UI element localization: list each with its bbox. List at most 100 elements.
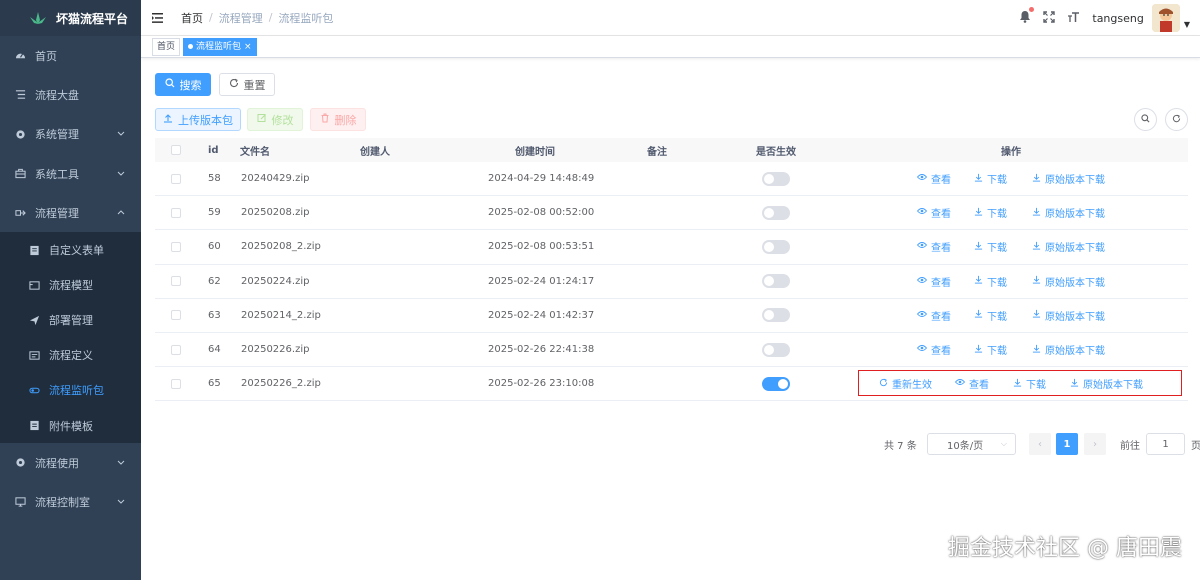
row-checkbox[interactable] (171, 241, 181, 252)
caret-down-icon[interactable]: ▼ (1184, 20, 1190, 29)
font-size-icon[interactable] (1067, 11, 1080, 26)
breadcrumb: 首页 / 流程管理 / 流程监听包 (181, 10, 333, 26)
download-original-link-label: 原始版本下载 (1045, 277, 1105, 289)
download-link[interactable]: 下载 (974, 205, 1007, 220)
chevron-down-icon: ⌵ (1000, 439, 1007, 448)
edit-button-label: 修改 (271, 113, 294, 127)
active-toggle[interactable] (762, 171, 790, 186)
active-toggle[interactable] (762, 205, 790, 220)
dashboard-icon (14, 50, 26, 62)
table-row: 59 20250208.zip 2025-02-08 00:52:00 查看 下载 原始版… (155, 196, 1188, 231)
username[interactable]: tangseng (1092, 12, 1143, 25)
row-checkbox[interactable] (171, 173, 181, 184)
bell-icon[interactable] (1019, 7, 1035, 26)
download-original-link[interactable]: 原始版本下载 (1032, 205, 1105, 220)
sidebar-item-deployment[interactable]: 部署管理 (0, 303, 141, 338)
sidebar-item-listener-package[interactable]: 流程监听包 (0, 373, 141, 408)
table-row: 60 20250208_2.zip 2025-02-08 00:53:51 查看 下载 原… (155, 230, 1188, 265)
hamburger-icon[interactable] (152, 11, 166, 25)
sidebar-item-home[interactable]: 首页 (0, 36, 141, 75)
tag-listener-package[interactable]: 流程监听包 × (183, 37, 257, 56)
view-link[interactable]: 查看 (916, 205, 951, 220)
sidebar-item-attachment-template[interactable]: 附件模板 (0, 408, 141, 443)
active-toggle[interactable] (762, 342, 790, 357)
select-all-checkbox[interactable] (171, 145, 181, 155)
definition-icon (28, 349, 40, 361)
toolbox-icon (14, 168, 26, 180)
next-page-button[interactable]: › (1084, 433, 1106, 455)
row-checkbox[interactable] (171, 344, 181, 355)
search-button[interactable]: 搜索 (155, 73, 211, 96)
view-link[interactable]: 查看 (916, 308, 951, 323)
sidebar-item-process-definition[interactable]: 流程定义 (0, 338, 141, 373)
download-original-link[interactable]: 原始版本下载 (1032, 171, 1105, 186)
tag-label: 流程监听包 (196, 41, 242, 52)
sidebar-item-system-management[interactable]: 系统管理 (0, 115, 141, 154)
view-link[interactable]: 查看 (916, 342, 951, 357)
tag-home[interactable]: 首页 (152, 37, 181, 56)
breadcrumb-item-home[interactable]: 首页 (181, 10, 203, 26)
prev-page-button[interactable]: ‹ (1029, 433, 1051, 455)
download-original-link[interactable]: 原始版本下载 (1032, 274, 1105, 289)
download-link[interactable]: 下载 (974, 342, 1007, 357)
reset-button[interactable]: 重置 (219, 73, 275, 96)
download-icon (1032, 241, 1041, 253)
sidebar-item-label: 流程定义 (49, 349, 93, 363)
active-toggle[interactable] (762, 239, 790, 254)
active-toggle[interactable] (762, 308, 790, 323)
close-icon[interactable]: × (244, 39, 252, 55)
download-original-link[interactable]: 原始版本下载 (1032, 239, 1105, 254)
cell-created-time: 2025-02-08 00:53:51 (488, 241, 595, 253)
sidebar-item-custom-form[interactable]: 自定义表单 (0, 232, 141, 267)
page-unit-label: 页 (1191, 441, 1200, 452)
sidebar-item-process-usage[interactable]: 流程使用 (0, 443, 141, 482)
package-table: id 文件名 创建人 创建时间 备注 是否生效 操作 58 20240429.zi… (155, 138, 1188, 402)
upload-package-button[interactable]: 上传版本包 (155, 108, 241, 131)
app-logo[interactable]: 坏猫流程平台 (0, 0, 141, 36)
sidebar-item-dashboard[interactable]: 流程大盘 (0, 75, 141, 114)
row-checkbox[interactable] (171, 378, 181, 389)
goto-page-input[interactable]: 1 (1146, 433, 1185, 455)
download-link[interactable]: 下载 (974, 308, 1007, 323)
sidebar-item-label: 系统管理 (35, 128, 79, 142)
delete-button[interactable]: 删除 (310, 108, 366, 131)
edit-button[interactable]: 修改 (247, 108, 303, 131)
row-checkbox[interactable] (171, 207, 181, 218)
avatar[interactable] (1151, 4, 1180, 32)
cell-filename: 20250226_2.zip (241, 378, 321, 390)
sidebar-item-process-management[interactable]: 流程管理 (0, 193, 141, 232)
download-link[interactable]: 下载 (974, 171, 1007, 186)
page-button-current[interactable]: 1 (1056, 433, 1078, 455)
view-link[interactable]: 查看 (916, 239, 951, 254)
download-link[interactable]: 下载 (974, 239, 1007, 254)
active-toggle[interactable] (762, 274, 790, 289)
download-original-link[interactable]: 原始版本下载 (1032, 342, 1105, 357)
active-toggle[interactable] (762, 376, 790, 391)
sidebar-item-label: 流程大盘 (35, 88, 79, 102)
fullscreen-icon[interactable] (1043, 10, 1056, 26)
download-link-label: 下载 (987, 277, 1007, 289)
row-checkbox[interactable] (171, 276, 181, 287)
sidebar-item-system-tools[interactable]: 系统工具 (0, 154, 141, 193)
page-size-select[interactable]: 10条/页 ⌵ (927, 433, 1016, 455)
download-icon (974, 344, 983, 356)
sidebar-item-process-control-room[interactable]: 流程控制室 (0, 482, 141, 521)
upload-button-label: 上传版本包 (178, 113, 233, 127)
download-original-link-label: 原始版本下载 (1045, 209, 1105, 221)
cell-created-time: 2025-02-24 01:42:37 (488, 309, 595, 321)
gear-icon (14, 128, 26, 140)
row-checkbox[interactable] (171, 310, 181, 321)
chevron-up-icon (117, 208, 125, 218)
main-content: 搜索 重置 上传版本包 修改 删除 id 文件名 创建人 创建时间 备注 是否生… (141, 59, 1200, 580)
column-header-remark: 备注 (647, 146, 667, 158)
eye-icon (916, 310, 928, 321)
table-row: 62 20250224.zip 2025-02-24 01:24:17 查看 下载 原始版… (155, 265, 1188, 299)
view-link[interactable]: 查看 (916, 274, 951, 289)
model-icon (28, 279, 40, 291)
sidebar-item-process-model[interactable]: 流程模型 (0, 268, 141, 303)
refresh-table-button[interactable] (1165, 108, 1188, 131)
view-link[interactable]: 查看 (916, 171, 951, 186)
download-link[interactable]: 下载 (974, 274, 1007, 289)
download-original-link[interactable]: 原始版本下载 (1032, 308, 1105, 323)
toggle-search-button[interactable] (1134, 108, 1157, 131)
